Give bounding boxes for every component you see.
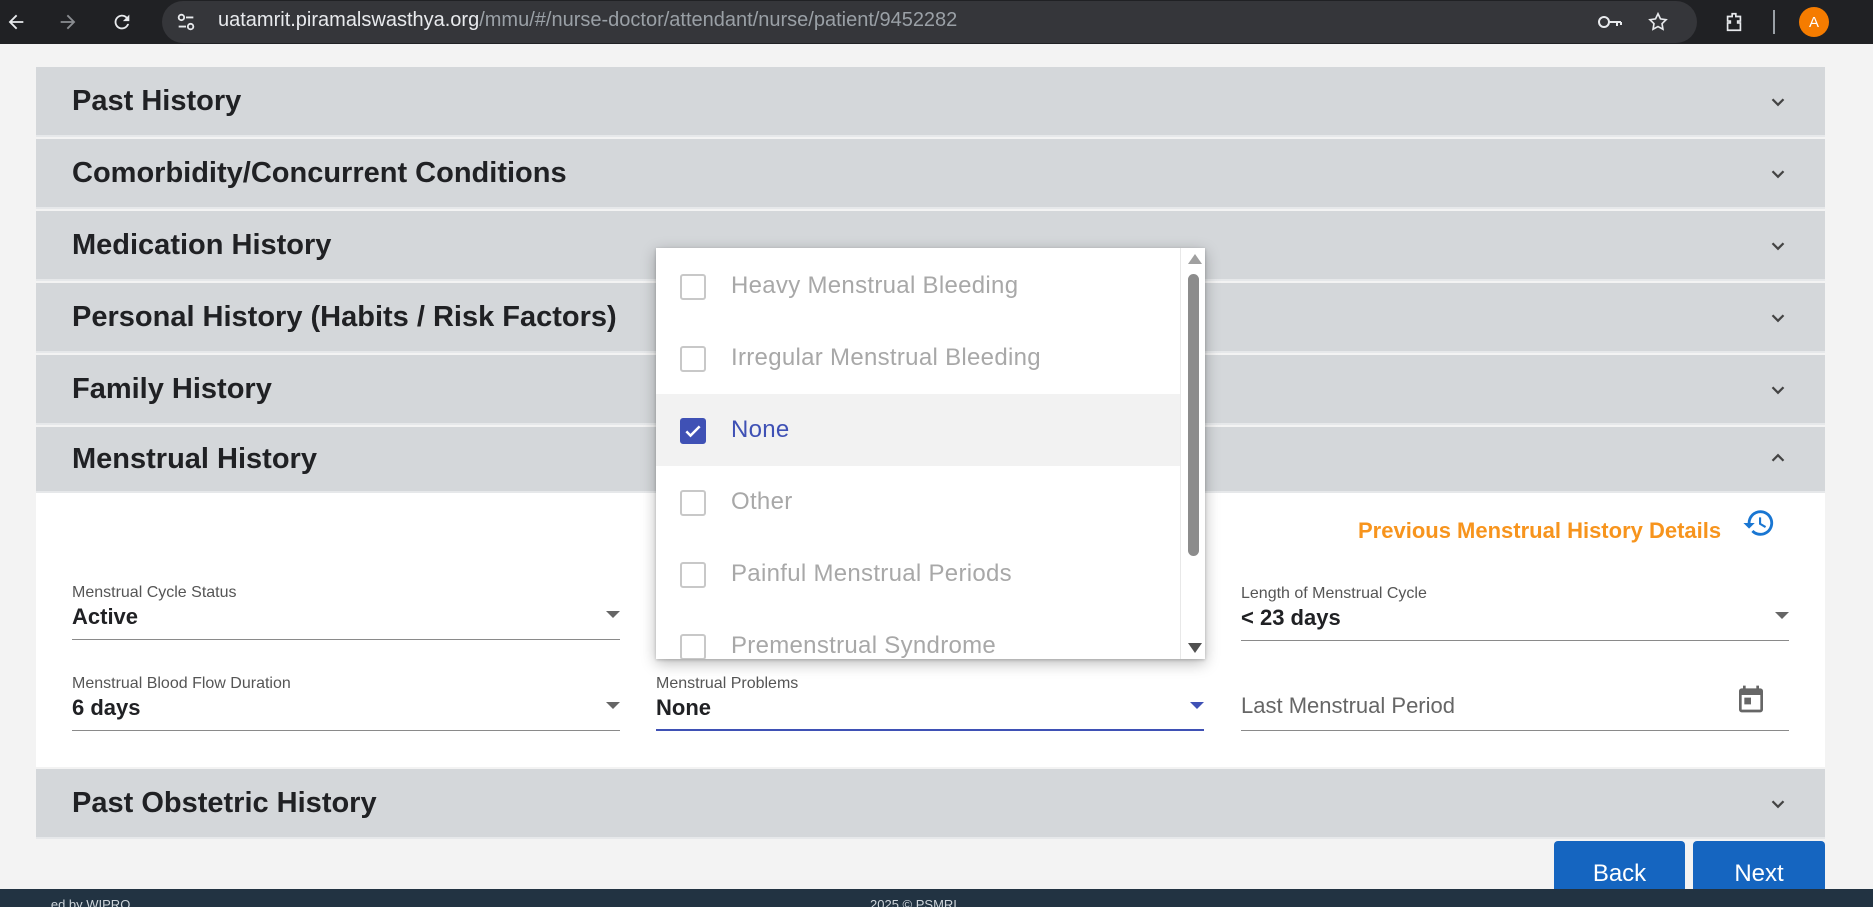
field-label: Menstrual Cycle Status [72,584,237,601]
password-key-icon[interactable] [1594,6,1626,38]
chevron-up-icon [1771,453,1785,462]
calendar-icon[interactable] [1735,683,1767,715]
panel-title: Past Obstetric History [72,787,377,819]
chevron-down-icon [1771,386,1785,395]
field-underline [1241,640,1789,641]
checkbox[interactable] [680,490,706,516]
checkbox[interactable] [680,274,706,300]
panel-title: Menstrual History [72,443,317,475]
dropdown-option[interactable]: None [656,394,1180,466]
field-value: 6 days [72,695,141,720]
dropdown-option-label: Other [731,488,793,515]
history-icon[interactable] [1742,506,1776,540]
chevron-down-icon [1771,242,1785,251]
chevron-down-icon [1771,98,1785,107]
dropdown-option[interactable]: Other [656,466,1180,538]
dropdown-option[interactable]: Irregular Menstrual Bleeding [656,322,1180,394]
chevron-down-icon [1771,170,1785,179]
panel-title: Family History [72,373,272,405]
field-value: Active [72,604,139,629]
panel-title: Personal History (Habits / Risk Factors) [72,301,617,333]
menstrual-problems-dropdown[interactable]: Heavy Menstrual Bleeding Irregular Menstr… [656,248,1205,659]
last-menstrual-period-input[interactable]: Last Menstrual Period [1241,675,1789,731]
scroll-up-arrow-icon[interactable] [1188,254,1202,264]
footer-powered-by: ...ed by WIPRO [40,897,131,907]
panel-past-history[interactable]: Past History [36,67,1825,137]
previous-menstrual-history-link[interactable]: Previous Menstrual History Details [1358,518,1721,544]
checkmark-icon [685,425,701,438]
field-value: < 23 days [1241,605,1341,630]
panel-title: Comorbidity/Concurrent Conditions [72,157,567,189]
extensions-puzzle-icon[interactable] [1718,6,1750,38]
dropdown-scrollbar[interactable] [1180,248,1205,659]
field-label: Menstrual Blood Flow Duration [72,675,291,692]
dropdown-option-label: Painful Menstrual Periods [731,560,1012,587]
checkbox-checked[interactable] [680,418,706,444]
field-underline [72,730,620,731]
field-value: None [656,695,711,720]
menstrual-cycle-status-select[interactable]: Menstrual Cycle Status Active [72,584,620,640]
bookmark-star-icon[interactable] [1642,6,1674,38]
footer-copyright: 2025 © PSMRI [870,897,957,907]
checkbox[interactable] [680,346,706,372]
toolbar-divider [1773,10,1775,34]
blood-flow-duration-select[interactable]: Menstrual Blood Flow Duration 6 days [72,675,620,731]
chevron-down-icon [1771,800,1785,809]
checkbox[interactable] [680,562,706,588]
dropdown-arrow-icon [1190,702,1204,709]
browser-toolbar: uatamrit.piramalswasthya.org/mmu/#/nurse… [0,0,1873,44]
panel-past-obstetric-history[interactable]: Past Obstetric History [36,769,1825,839]
reload-icon[interactable] [106,6,138,38]
checkbox[interactable] [680,634,706,659]
chevron-down-icon [1771,314,1785,323]
dropdown-option[interactable]: Premenstrual Syndrome [656,610,1180,659]
menstrual-problems-select[interactable]: Menstrual Problems None [656,675,1204,731]
forward-arrow-icon[interactable] [52,6,84,38]
field-underline [72,639,620,640]
page-footer: ...ed by WIPRO 2025 © PSMRI [0,889,1873,907]
url-text[interactable]: uatamrit.piramalswasthya.org/mmu/#/nurse… [218,9,957,32]
menstrual-cycle-length-select[interactable]: Length of Menstrual Cycle < 23 days [1241,585,1789,641]
dropdown-option[interactable]: Heavy Menstrual Bleeding [656,250,1180,322]
panel-comorbidity[interactable]: Comorbidity/Concurrent Conditions [36,139,1825,209]
field-underline [1241,730,1789,731]
scroll-down-arrow-icon[interactable] [1188,643,1202,653]
field-underline [656,729,1204,731]
dropdown-arrow-icon [606,702,620,709]
field-label: Menstrual Problems [656,675,799,692]
panel-title: Past History [72,85,242,117]
dropdown-arrow-icon [1775,612,1789,619]
profile-avatar[interactable]: A [1799,7,1829,37]
field-label: Length of Menstrual Cycle [1241,585,1427,602]
field-placeholder: Last Menstrual Period [1241,693,1455,718]
dropdown-option-label: None [731,416,790,443]
back-arrow-icon[interactable] [0,6,32,38]
dropdown-option-label: Premenstrual Syndrome [731,632,997,659]
dropdown-option[interactable]: Painful Menstrual Periods [656,538,1180,610]
site-settings-icon[interactable] [170,6,202,38]
dropdown-option-label: Irregular Menstrual Bleeding [731,344,1041,371]
panel-title: Medication History [72,229,332,261]
dropdown-arrow-icon [606,611,620,618]
scrollbar-thumb[interactable] [1188,274,1199,556]
dropdown-option-label: Heavy Menstrual Bleeding [731,272,1019,299]
